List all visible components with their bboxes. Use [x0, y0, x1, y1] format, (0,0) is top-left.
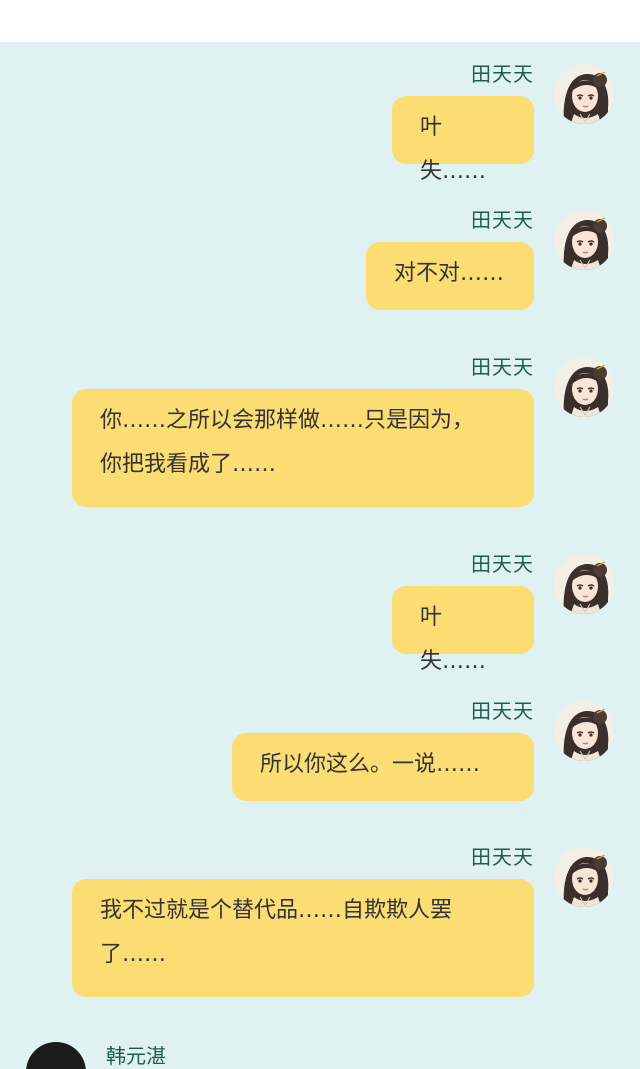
girl-portrait-avatar-icon[interactable] — [554, 357, 614, 417]
message-bubble[interactable]: 叶失…… — [392, 586, 534, 674]
message-bubble[interactable]: 你……之所以会那样做……只是因为，你把我看成了…… — [72, 389, 534, 507]
girl-portrait-avatar-icon[interactable] — [554, 554, 614, 614]
top-bar — [0, 0, 640, 42]
message-bubble[interactable]: 所以你这么。一说…… — [232, 733, 534, 801]
message-bubble[interactable]: 我不过就是个替代品……自欺欺人罢了…… — [72, 879, 534, 997]
dark-portrait-avatar-icon[interactable] — [26, 1042, 86, 1069]
message-bubble[interactable]: 叶失…… — [392, 96, 534, 184]
sender-name: 田天天 — [471, 62, 534, 86]
girl-portrait-avatar-icon[interactable] — [554, 701, 614, 761]
girl-portrait-avatar-icon[interactable] — [554, 847, 614, 907]
sender-name: 田天天 — [471, 208, 534, 232]
girl-portrait-avatar-icon[interactable] — [554, 210, 614, 270]
chat-area[interactable]: 田天天 叶失…… 田天天 对不对…… 田天天 你……之所以会那样做……只是因为，… — [0, 42, 640, 1069]
girl-portrait-avatar-icon[interactable] — [554, 64, 614, 124]
message-bubble[interactable]: 对不对…… — [366, 242, 534, 310]
sender-name: 田天天 — [471, 699, 534, 723]
sender-name: 田天天 — [471, 355, 534, 379]
sender-name: 田天天 — [471, 845, 534, 869]
incoming-sender-name: 韩元湛 — [106, 1044, 166, 1068]
sender-name: 田天天 — [471, 552, 534, 576]
